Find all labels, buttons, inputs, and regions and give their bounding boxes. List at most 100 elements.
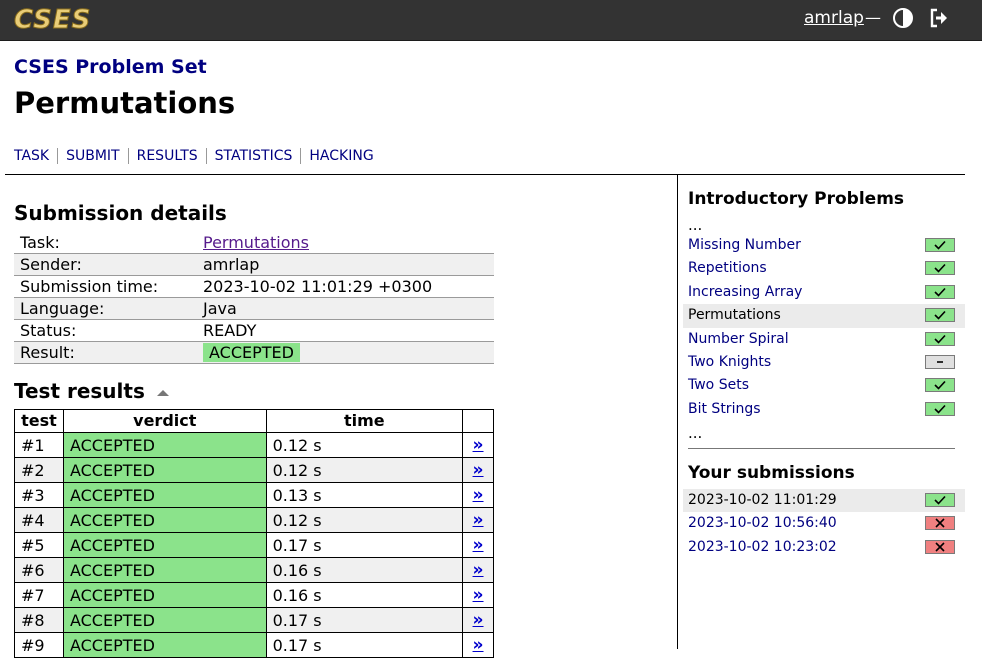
test-number: #9 <box>14 632 64 658</box>
details-label: Submission time: <box>14 275 197 298</box>
details-label: Sender: <box>14 253 197 276</box>
tab-task[interactable]: TASK <box>14 148 57 164</box>
test-time: 0.17 s <box>265 532 464 558</box>
header-divider <box>5 174 965 175</box>
test-row: #5 ACCEPTED 0.17 s » <box>14 532 494 558</box>
problem-link[interactable]: Increasing Array <box>688 284 802 300</box>
test-time: 0.12 s <box>265 507 464 533</box>
dash-icon <box>925 354 955 369</box>
details-label: Status: <box>14 319 197 342</box>
details-label: Task: <box>14 232 197 254</box>
sidebar-problem-item: Permutations <box>683 304 965 328</box>
test-results-table: test verdict time #1 ACCEPTED 0.12 s» #2 ACC… <box>14 409 494 658</box>
test-details-link[interactable]: » <box>473 635 484 655</box>
col-time: time <box>265 409 464 433</box>
details-value: Java <box>197 297 494 320</box>
task-link[interactable]: Permutations <box>203 233 309 252</box>
test-details-link[interactable]: » <box>473 460 484 480</box>
test-time: 0.16 s <box>265 582 464 608</box>
submission-link[interactable]: 2023-10-02 10:23:02 <box>688 539 837 555</box>
details-row: Task: Permutations <box>14 232 494 254</box>
sidebar-submission-item: 2023-10-02 10:56:40 <box>683 512 965 535</box>
page-title: Permutations <box>14 86 236 120</box>
problems-ellipsis-bottom: ... <box>688 424 703 442</box>
details-value: ACCEPTED <box>197 341 494 364</box>
details-row: Language: Java <box>14 297 494 320</box>
user-dash: — <box>865 8 881 27</box>
test-link-cell: » <box>462 532 494 558</box>
test-number: #3 <box>14 482 64 508</box>
col-verdict: verdict <box>62 409 267 433</box>
submissions-heading: Your submissions <box>688 463 855 483</box>
test-time: 0.12 s <box>265 432 464 458</box>
test-verdict: ACCEPTED <box>62 607 267 633</box>
check-icon <box>925 308 955 323</box>
test-number: #1 <box>14 432 64 458</box>
result-badge: ACCEPTED <box>203 343 300 362</box>
sidebar-problem-item: Two Knights <box>683 351 965 374</box>
sidebar-divider <box>677 175 678 649</box>
details-value: 2023-10-02 11:01:29 +0300 <box>197 275 494 298</box>
details-row: Sender: amrlap <box>14 253 494 276</box>
test-link-cell: » <box>462 432 494 458</box>
test-details-link[interactable]: » <box>473 585 484 605</box>
tab-results[interactable]: RESULTS <box>127 148 206 164</box>
test-details-link[interactable]: » <box>473 485 484 505</box>
test-number: #2 <box>14 457 64 483</box>
check-icon <box>925 493 955 507</box>
collapse-arrow-icon[interactable] <box>156 388 170 398</box>
category-heading: Introductory Problems <box>688 189 905 209</box>
contrast-icon[interactable] <box>892 7 914 29</box>
test-row: #9 ACCEPTED 0.17 s » <box>14 632 494 658</box>
check-icon <box>925 261 955 276</box>
tab-statistics[interactable]: STATISTICS <box>205 148 301 164</box>
test-verdict: ACCEPTED <box>62 457 267 483</box>
logout-icon[interactable] <box>928 7 950 29</box>
problems-ellipsis-top: ... <box>688 216 703 234</box>
tab-hacking[interactable]: HACKING <box>300 148 381 164</box>
test-details-link[interactable]: » <box>473 610 484 630</box>
test-results-title: Test results <box>14 379 145 403</box>
submission-link[interactable]: 2023-10-02 11:01:29 <box>688 492 837 508</box>
test-time: 0.17 s <box>265 607 464 633</box>
check-icon <box>925 331 955 346</box>
submission-details-heading: Submission details <box>14 201 227 225</box>
test-verdict: ACCEPTED <box>62 532 267 558</box>
test-verdict: ACCEPTED <box>62 432 267 458</box>
site-title[interactable]: CSES Problem Set <box>14 56 207 78</box>
problem-list: Missing Number Repetitions Increasing Arra… <box>683 234 965 421</box>
problem-link[interactable]: Number Spiral <box>688 331 789 347</box>
details-row: Status: READY <box>14 319 494 342</box>
submission-link[interactable]: 2023-10-02 10:56:40 <box>688 515 837 531</box>
test-number: #4 <box>14 507 64 533</box>
test-link-cell: » <box>462 557 494 583</box>
details-value: Permutations <box>197 232 494 254</box>
details-row: Submission time: 2023-10-02 11:01:29 +03… <box>14 275 494 298</box>
cross-icon <box>925 516 955 531</box>
username-link[interactable]: amrlap <box>804 8 864 28</box>
test-details-link[interactable]: » <box>473 510 484 530</box>
test-details-link[interactable]: » <box>473 560 484 580</box>
problem-link[interactable]: Missing Number <box>688 237 801 253</box>
test-verdict: ACCEPTED <box>62 557 267 583</box>
test-row: #3 ACCEPTED 0.13 s » <box>14 482 494 508</box>
problem-link[interactable]: Two Knights <box>688 354 771 370</box>
tab-submit[interactable]: SUBMIT <box>57 148 128 164</box>
sidebar-submission-item: 2023-10-02 10:23:02 <box>683 536 965 559</box>
sidebar-problem-item: Missing Number <box>683 234 965 257</box>
test-row: #7 ACCEPTED 0.16 s » <box>14 582 494 608</box>
details-value: amrlap <box>197 253 494 276</box>
details-value: READY <box>197 319 494 342</box>
cses-logo[interactable]: CSES <box>13 5 91 36</box>
problem-link[interactable]: Permutations <box>688 307 781 323</box>
test-number: #5 <box>14 532 64 558</box>
problem-link[interactable]: Bit Strings <box>688 401 761 417</box>
test-results-heading: Test results <box>14 379 170 403</box>
test-details-link[interactable]: » <box>473 435 484 455</box>
test-row: #2 ACCEPTED 0.12 s » <box>14 457 494 483</box>
problem-link[interactable]: Two Sets <box>688 377 749 393</box>
test-header-row: test verdict time <box>14 409 494 433</box>
test-details-link[interactable]: » <box>473 535 484 555</box>
test-time: 0.12 s <box>265 457 464 483</box>
problem-link[interactable]: Repetitions <box>688 260 767 276</box>
